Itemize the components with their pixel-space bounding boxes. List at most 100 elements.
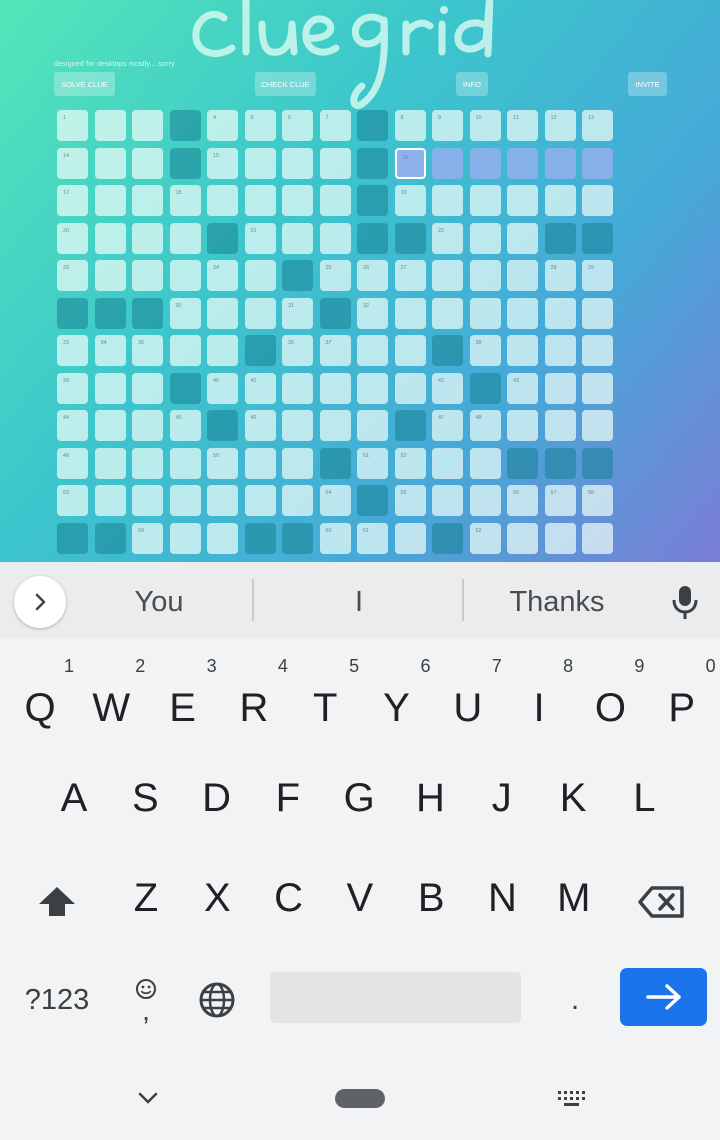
grid-cell[interactable]: 27: [394, 260, 426, 291]
grid-cell[interactable]: [282, 147, 313, 179]
expand-toolbar-button[interactable]: [14, 576, 66, 628]
grid-cell[interactable]: 58: [582, 485, 613, 516]
grid-cell[interactable]: [507, 260, 538, 291]
grid-cell[interactable]: [132, 110, 163, 141]
grid-cell[interactable]: 19: [394, 185, 426, 216]
grid-cell[interactable]: 29: [582, 260, 613, 291]
key-u[interactable]: U7: [432, 656, 504, 754]
grid-cell[interactable]: [94, 485, 126, 516]
grid-cell[interactable]: 46: [244, 410, 276, 441]
grid-cell-highlighted[interactable]: [432, 147, 463, 179]
grid-cell[interactable]: 57: [544, 485, 576, 516]
grid-cell[interactable]: 32: [357, 297, 388, 329]
grid-cell[interactable]: 49: [57, 447, 88, 479]
space-key[interactable]: [270, 972, 521, 1023]
grid-cell-highlighted[interactable]: [507, 147, 538, 179]
grid-cell[interactable]: [507, 335, 538, 366]
grid-cell[interactable]: 17: [57, 185, 88, 216]
key-z[interactable]: Z: [110, 852, 182, 944]
key-l[interactable]: L: [608, 752, 680, 844]
grid-cell[interactable]: 20: [57, 222, 88, 254]
grid-cell[interactable]: 52: [394, 447, 426, 479]
grid-cell[interactable]: 26: [357, 260, 388, 291]
grid-cell[interactable]: 34: [94, 335, 126, 366]
grid-cell[interactable]: 30: [169, 297, 201, 329]
grid-cell[interactable]: [169, 485, 201, 516]
grid-cell[interactable]: [469, 447, 501, 479]
grid-cell[interactable]: 38: [469, 335, 501, 366]
mic-icon[interactable]: [666, 582, 704, 622]
grid-cell[interactable]: 4: [207, 110, 238, 141]
key-b[interactable]: B: [395, 852, 467, 944]
key-y[interactable]: Y6: [361, 656, 433, 754]
grid-cell[interactable]: 5: [244, 110, 276, 141]
key-k[interactable]: K: [537, 752, 609, 844]
grid-cell[interactable]: [132, 222, 163, 254]
grid-cell[interactable]: 10: [469, 110, 501, 141]
key-i[interactable]: I8: [503, 656, 575, 754]
key-p[interactable]: P0: [646, 656, 718, 754]
grid-cell[interactable]: [544, 185, 576, 216]
key-n[interactable]: N: [467, 852, 539, 944]
grid-cell-highlighted[interactable]: [582, 147, 613, 179]
grid-cell[interactable]: [319, 410, 351, 441]
grid-cell[interactable]: [244, 185, 276, 216]
grid-cell[interactable]: [169, 335, 201, 366]
grid-cell[interactable]: [94, 222, 126, 254]
grid-cell[interactable]: [94, 185, 126, 216]
grid-cell[interactable]: 60: [319, 522, 351, 554]
grid-cell[interactable]: 8: [394, 110, 426, 141]
grid-cell[interactable]: [507, 522, 538, 554]
grid-cell[interactable]: [94, 260, 126, 291]
grid-cell[interactable]: 6: [282, 110, 313, 141]
grid-cell[interactable]: 33: [57, 335, 88, 366]
grid-cell[interactable]: [432, 447, 463, 479]
grid-cell[interactable]: [507, 297, 538, 329]
grid-cell[interactable]: 21: [244, 222, 276, 254]
key-r[interactable]: R4: [218, 656, 290, 754]
key-x[interactable]: X: [181, 852, 253, 944]
grid-cell[interactable]: [282, 185, 313, 216]
key-m[interactable]: M: [538, 852, 610, 944]
emoji-comma-key[interactable]: ,: [118, 965, 174, 1035]
grid-cell[interactable]: [282, 410, 313, 441]
suggestion-i[interactable]: I: [284, 580, 434, 624]
grid-cell[interactable]: [544, 297, 576, 329]
grid-cell[interactable]: [582, 297, 613, 329]
grid-cell[interactable]: [207, 335, 238, 366]
backspace-key[interactable]: [627, 862, 697, 942]
grid-cell[interactable]: [132, 147, 163, 179]
grid-cell[interactable]: [169, 447, 201, 479]
shift-key[interactable]: [22, 862, 92, 942]
grid-cell[interactable]: [582, 185, 613, 216]
grid-cell[interactable]: [544, 335, 576, 366]
grid-cell[interactable]: 54: [319, 485, 351, 516]
grid-cell[interactable]: [394, 335, 426, 366]
grid-cell[interactable]: [432, 185, 463, 216]
grid-cell[interactable]: 41: [244, 372, 276, 404]
grid-cell[interactable]: [357, 372, 388, 404]
grid-cell[interactable]: [507, 185, 538, 216]
solve-clue-button[interactable]: SOLVE CLUE: [54, 72, 115, 96]
grid-cell[interactable]: 28: [544, 260, 576, 291]
grid-cell[interactable]: [94, 447, 126, 479]
grid-cell[interactable]: 7: [319, 110, 351, 141]
key-t[interactable]: T5: [289, 656, 361, 754]
grid-cell[interactable]: 25: [319, 260, 351, 291]
grid-cell[interactable]: 31: [282, 297, 313, 329]
grid-cell[interactable]: [244, 485, 276, 516]
grid-cell[interactable]: [432, 260, 463, 291]
grid-cell[interactable]: [132, 260, 163, 291]
grid-cell[interactable]: 11: [507, 110, 538, 141]
grid-cell[interactable]: 23: [57, 260, 88, 291]
grid-cell[interactable]: [507, 222, 538, 254]
grid-cell[interactable]: [319, 222, 351, 254]
grid-cell[interactable]: [282, 372, 313, 404]
grid-cell[interactable]: [582, 522, 613, 554]
grid-cell[interactable]: 18: [169, 185, 201, 216]
grid-cell[interactable]: [132, 447, 163, 479]
grid-cell[interactable]: [469, 485, 501, 516]
grid-cell[interactable]: 35: [132, 335, 163, 366]
grid-cell[interactable]: 12: [544, 110, 576, 141]
grid-cell[interactable]: 51: [357, 447, 388, 479]
